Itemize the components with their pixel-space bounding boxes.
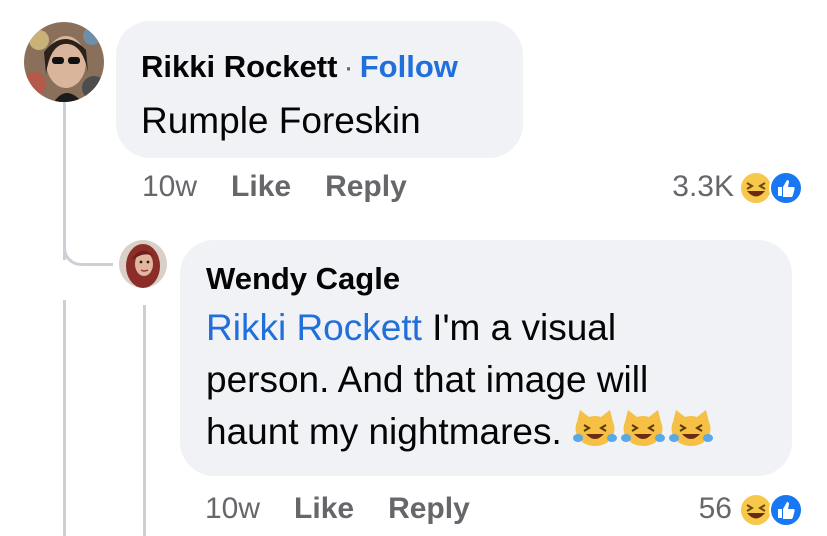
cat-tears-of-joy-icon xyxy=(620,410,665,446)
reaction-count[interactable]: 3.3K xyxy=(600,170,734,204)
reply-text: Rikki Rockett I'm a visual person. And t… xyxy=(206,302,716,462)
thread-line-branch xyxy=(63,200,113,266)
reply-reply-button[interactable]: Reply xyxy=(388,492,470,525)
thread-line-tail xyxy=(63,300,66,536)
comment-text: Rumple Foreskin xyxy=(141,100,421,141)
laughing-face-icon xyxy=(739,493,773,527)
reply-reaction-icons[interactable] xyxy=(738,492,806,528)
reply-text-line3: haunt my nightmares. xyxy=(206,411,562,452)
reply-reaction-count[interactable]: 56 xyxy=(650,492,732,526)
reply-button[interactable]: Reply xyxy=(325,170,407,203)
mention-link[interactable]: Rikki Rockett xyxy=(206,307,422,348)
thumbs-up-icon xyxy=(769,493,803,527)
reply-like-button[interactable]: Like xyxy=(294,492,354,525)
reply-text-line2: person. And that image will xyxy=(206,359,649,400)
thread-line-reply xyxy=(143,305,146,536)
reply-bubble: Wendy Cagle Rikki Rockett I'm a visual p… xyxy=(180,240,792,476)
follow-button[interactable]: Follow xyxy=(360,49,458,84)
avatar-rikki-rockett[interactable] xyxy=(24,22,104,102)
comment-timestamp[interactable]: 10w xyxy=(142,170,197,203)
cat-tears-of-joy-icon xyxy=(668,410,713,446)
comment-author-name[interactable]: Rikki Rockett xyxy=(141,49,337,84)
comment-bubble: Rikki Rockett · Follow Rumple Foreskin xyxy=(116,21,523,158)
reply-text-line1: I'm a visual xyxy=(421,307,617,348)
emoji-group xyxy=(572,408,716,462)
reply-actions: 10w Like Reply xyxy=(205,492,504,526)
separator-dot: · xyxy=(343,49,354,84)
reply-timestamp[interactable]: 10w xyxy=(205,492,260,525)
reaction-icons[interactable] xyxy=(738,170,806,206)
like-button[interactable]: Like xyxy=(231,170,291,203)
laughing-face-icon xyxy=(739,171,773,205)
reply-author-name[interactable]: Wendy Cagle xyxy=(206,261,400,297)
comment-actions: 10w Like Reply xyxy=(142,170,441,204)
thumbs-up-icon xyxy=(769,171,803,205)
cat-tears-of-joy-icon xyxy=(572,410,617,446)
avatar-wendy-cagle[interactable] xyxy=(119,240,167,288)
